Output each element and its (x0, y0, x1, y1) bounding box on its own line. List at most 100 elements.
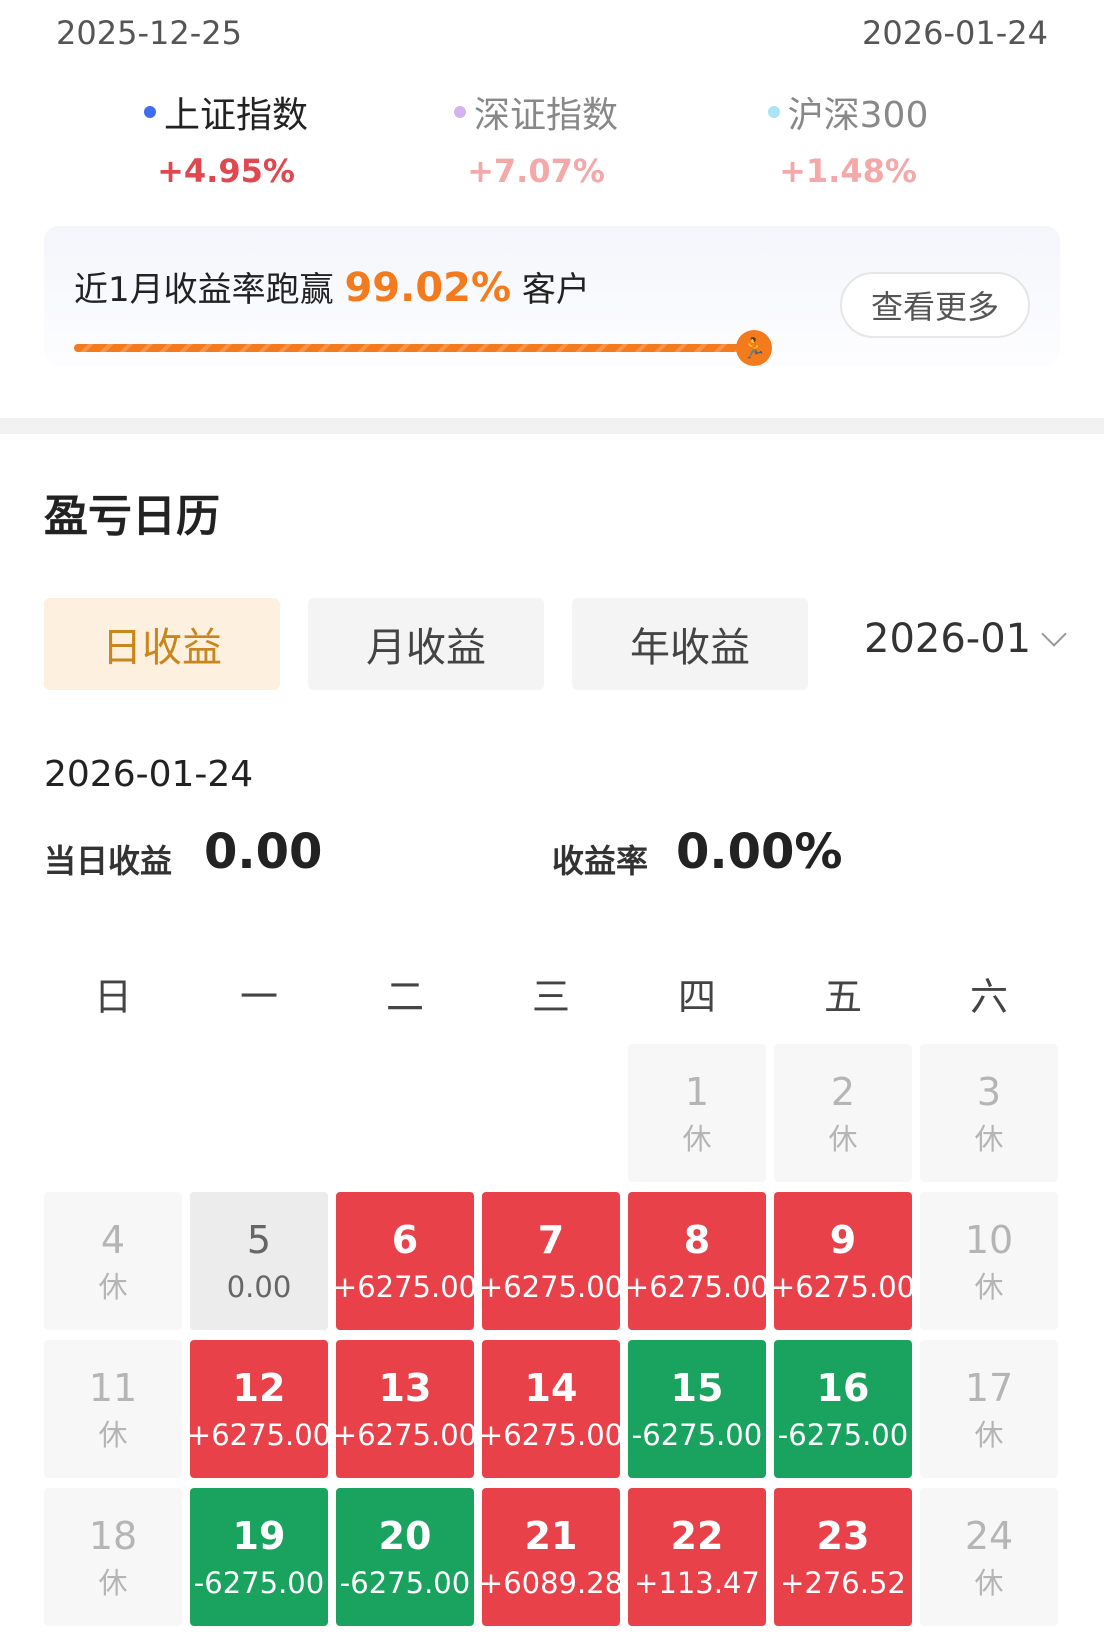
day-profit: +6275.00 (332, 1269, 478, 1304)
tab-monthly[interactable]: 月收益 (308, 598, 544, 690)
index-change: +4.95% (157, 152, 295, 190)
calendar-day[interactable]: 20 -6275.00 (336, 1488, 474, 1626)
index-change: +1.48% (779, 152, 917, 190)
calendar-day[interactable]: 13 +6275.00 (332, 1340, 478, 1478)
day-profit: -6275.00 (631, 1417, 763, 1452)
calendar-day[interactable]: 4休 (44, 1192, 182, 1330)
day-profit: +6275.00 (770, 1269, 916, 1304)
day-number: 23 (816, 1513, 870, 1558)
rest-label: 休 (682, 1121, 712, 1156)
rest-label: 休 (974, 1269, 1004, 1304)
calendar-day[interactable]: 19 -6275.00 (190, 1488, 328, 1626)
calendar-day[interactable]: 2休 (774, 1044, 912, 1182)
weekday-label: 日 (93, 975, 132, 1019)
day-number: 20 (378, 1513, 432, 1558)
calendar-day[interactable]: 3休 (920, 1044, 1058, 1182)
rest-label: 休 (974, 1417, 1004, 1452)
calendar-day[interactable]: 18 休 (44, 1488, 182, 1626)
day-number: 9 (829, 1217, 857, 1262)
calendar-day[interactable]: 17 休 (920, 1340, 1058, 1478)
calendar-day[interactable]: 1休 (628, 1044, 766, 1182)
month-value: 2026-01 (864, 616, 1032, 662)
day-profit: +6089.28 (478, 1565, 624, 1600)
calendar-day[interactable]: 9 +6275.00 (770, 1192, 916, 1330)
daily-profit-label: 当日收益 (44, 842, 173, 880)
calendar-day[interactable]: 7 +6275.00 (478, 1192, 624, 1330)
day-number: 18 (88, 1513, 138, 1558)
rest-label: 休 (98, 1417, 128, 1452)
chevron-down-icon (1041, 621, 1067, 647)
day-profit: 0.00 (226, 1269, 292, 1304)
day-number: 19 (232, 1513, 286, 1558)
day-number: 10 (964, 1217, 1014, 1262)
index-name: 沪深300 (787, 95, 929, 136)
day-profit: -6275.00 (777, 1417, 909, 1452)
month-selector[interactable]: 2026-01 (864, 616, 1067, 662)
daily-profit-value: 0.00 (204, 824, 323, 880)
calendar-day[interactable]: 24 休 (920, 1488, 1058, 1626)
calendar-day[interactable]: 15 -6275.00 (628, 1340, 766, 1478)
legend-dot-icon (453, 106, 466, 118)
rate-label: 收益率 (552, 842, 649, 880)
index-change: +7.07% (467, 152, 605, 190)
section-divider (0, 418, 1104, 434)
day-number: 15 (670, 1365, 724, 1410)
tab-yearly[interactable]: 年收益 (572, 598, 808, 690)
view-more-button[interactable]: 查看更多 (840, 272, 1030, 338)
beat-progress-bar (74, 344, 754, 352)
rest-label: 休 (974, 1121, 1004, 1156)
calendar-day[interactable]: 8 +6275.00 (625, 1192, 769, 1330)
day-number: 2 (830, 1069, 856, 1114)
tab-daily[interactable]: 日收益 (44, 598, 280, 690)
weekday-label: 六 (969, 975, 1008, 1019)
day-number: 12 (232, 1365, 286, 1410)
day-number: 11 (88, 1365, 138, 1410)
beat-clients-card: 近1月收益率跑赢 99.02% 客户 🏃 查看更多 (44, 226, 1060, 366)
index-summary-section: 2025-12-25 2026-01-24 上证指数 +4.95% 深证指数 +… (0, 0, 1104, 418)
calendar-day[interactable]: 22 +113.47 (628, 1488, 766, 1626)
day-number: 5 (246, 1217, 272, 1262)
beat-clients-text: 近1月收益率跑赢 99.02% 客户 (74, 262, 590, 311)
day-number: 6 (391, 1217, 419, 1262)
legend-dot-icon (767, 106, 780, 118)
range-end-date: 2026-01-24 (862, 14, 1048, 52)
calendar-day[interactable]: 21 +6089.28 (478, 1488, 624, 1626)
day-profit: +6275.00 (332, 1417, 478, 1452)
weekday-label: 三 (531, 975, 570, 1019)
calendar-day[interactable]: 14 +6275.00 (478, 1340, 624, 1478)
beat-percent: 99.02% (344, 265, 512, 311)
day-number: 14 (524, 1365, 578, 1410)
day-profit: +276.52 (780, 1565, 906, 1600)
day-profit: +6275.00 (478, 1417, 624, 1452)
range-start-date: 2025-12-25 (56, 14, 242, 52)
day-number: 1 (684, 1069, 710, 1114)
index-shanghai[interactable]: 上证指数 +4.95% (96, 86, 356, 190)
beat-prefix: 近1月收益率跑赢 (74, 270, 334, 310)
day-number: 3 (976, 1069, 1002, 1114)
rest-label: 休 (98, 1269, 128, 1304)
day-profit: +6275.00 (478, 1269, 624, 1304)
calendar-day[interactable]: 12 +6275.00 (187, 1340, 331, 1478)
weekday-header: 日 一 二 三 四 五 六 (44, 966, 1060, 1019)
day-number: 16 (816, 1365, 870, 1410)
index-shenzhen[interactable]: 深证指数 +7.07% (406, 86, 666, 190)
calendar-day[interactable]: 6 +6275.00 (332, 1192, 478, 1330)
day-profit: +113.47 (634, 1565, 760, 1600)
calendar-day[interactable]: 10 休 (920, 1192, 1058, 1330)
rest-label: 休 (974, 1565, 1004, 1600)
calendar-day[interactable]: 5 0.00 (190, 1192, 328, 1330)
day-number: 17 (964, 1365, 1014, 1410)
rest-label: 休 (98, 1565, 128, 1600)
calendar-day[interactable]: 11 休 (44, 1340, 182, 1478)
calendar-day[interactable]: 23 +276.52 (774, 1488, 912, 1626)
runner-icon: 🏃 (736, 330, 772, 366)
calendar-day[interactable]: 16 -6275.00 (774, 1340, 912, 1478)
calendar-title: 盈亏日历 (44, 491, 220, 542)
rate-value: 0.00% (676, 824, 843, 880)
rest-label: 休 (828, 1121, 858, 1156)
index-csi300[interactable]: 沪深300 +1.48% (718, 86, 978, 190)
day-number: 24 (964, 1513, 1014, 1558)
day-number: 13 (378, 1365, 432, 1410)
day-profit: -6275.00 (339, 1565, 471, 1600)
day-number: 7 (537, 1217, 565, 1262)
